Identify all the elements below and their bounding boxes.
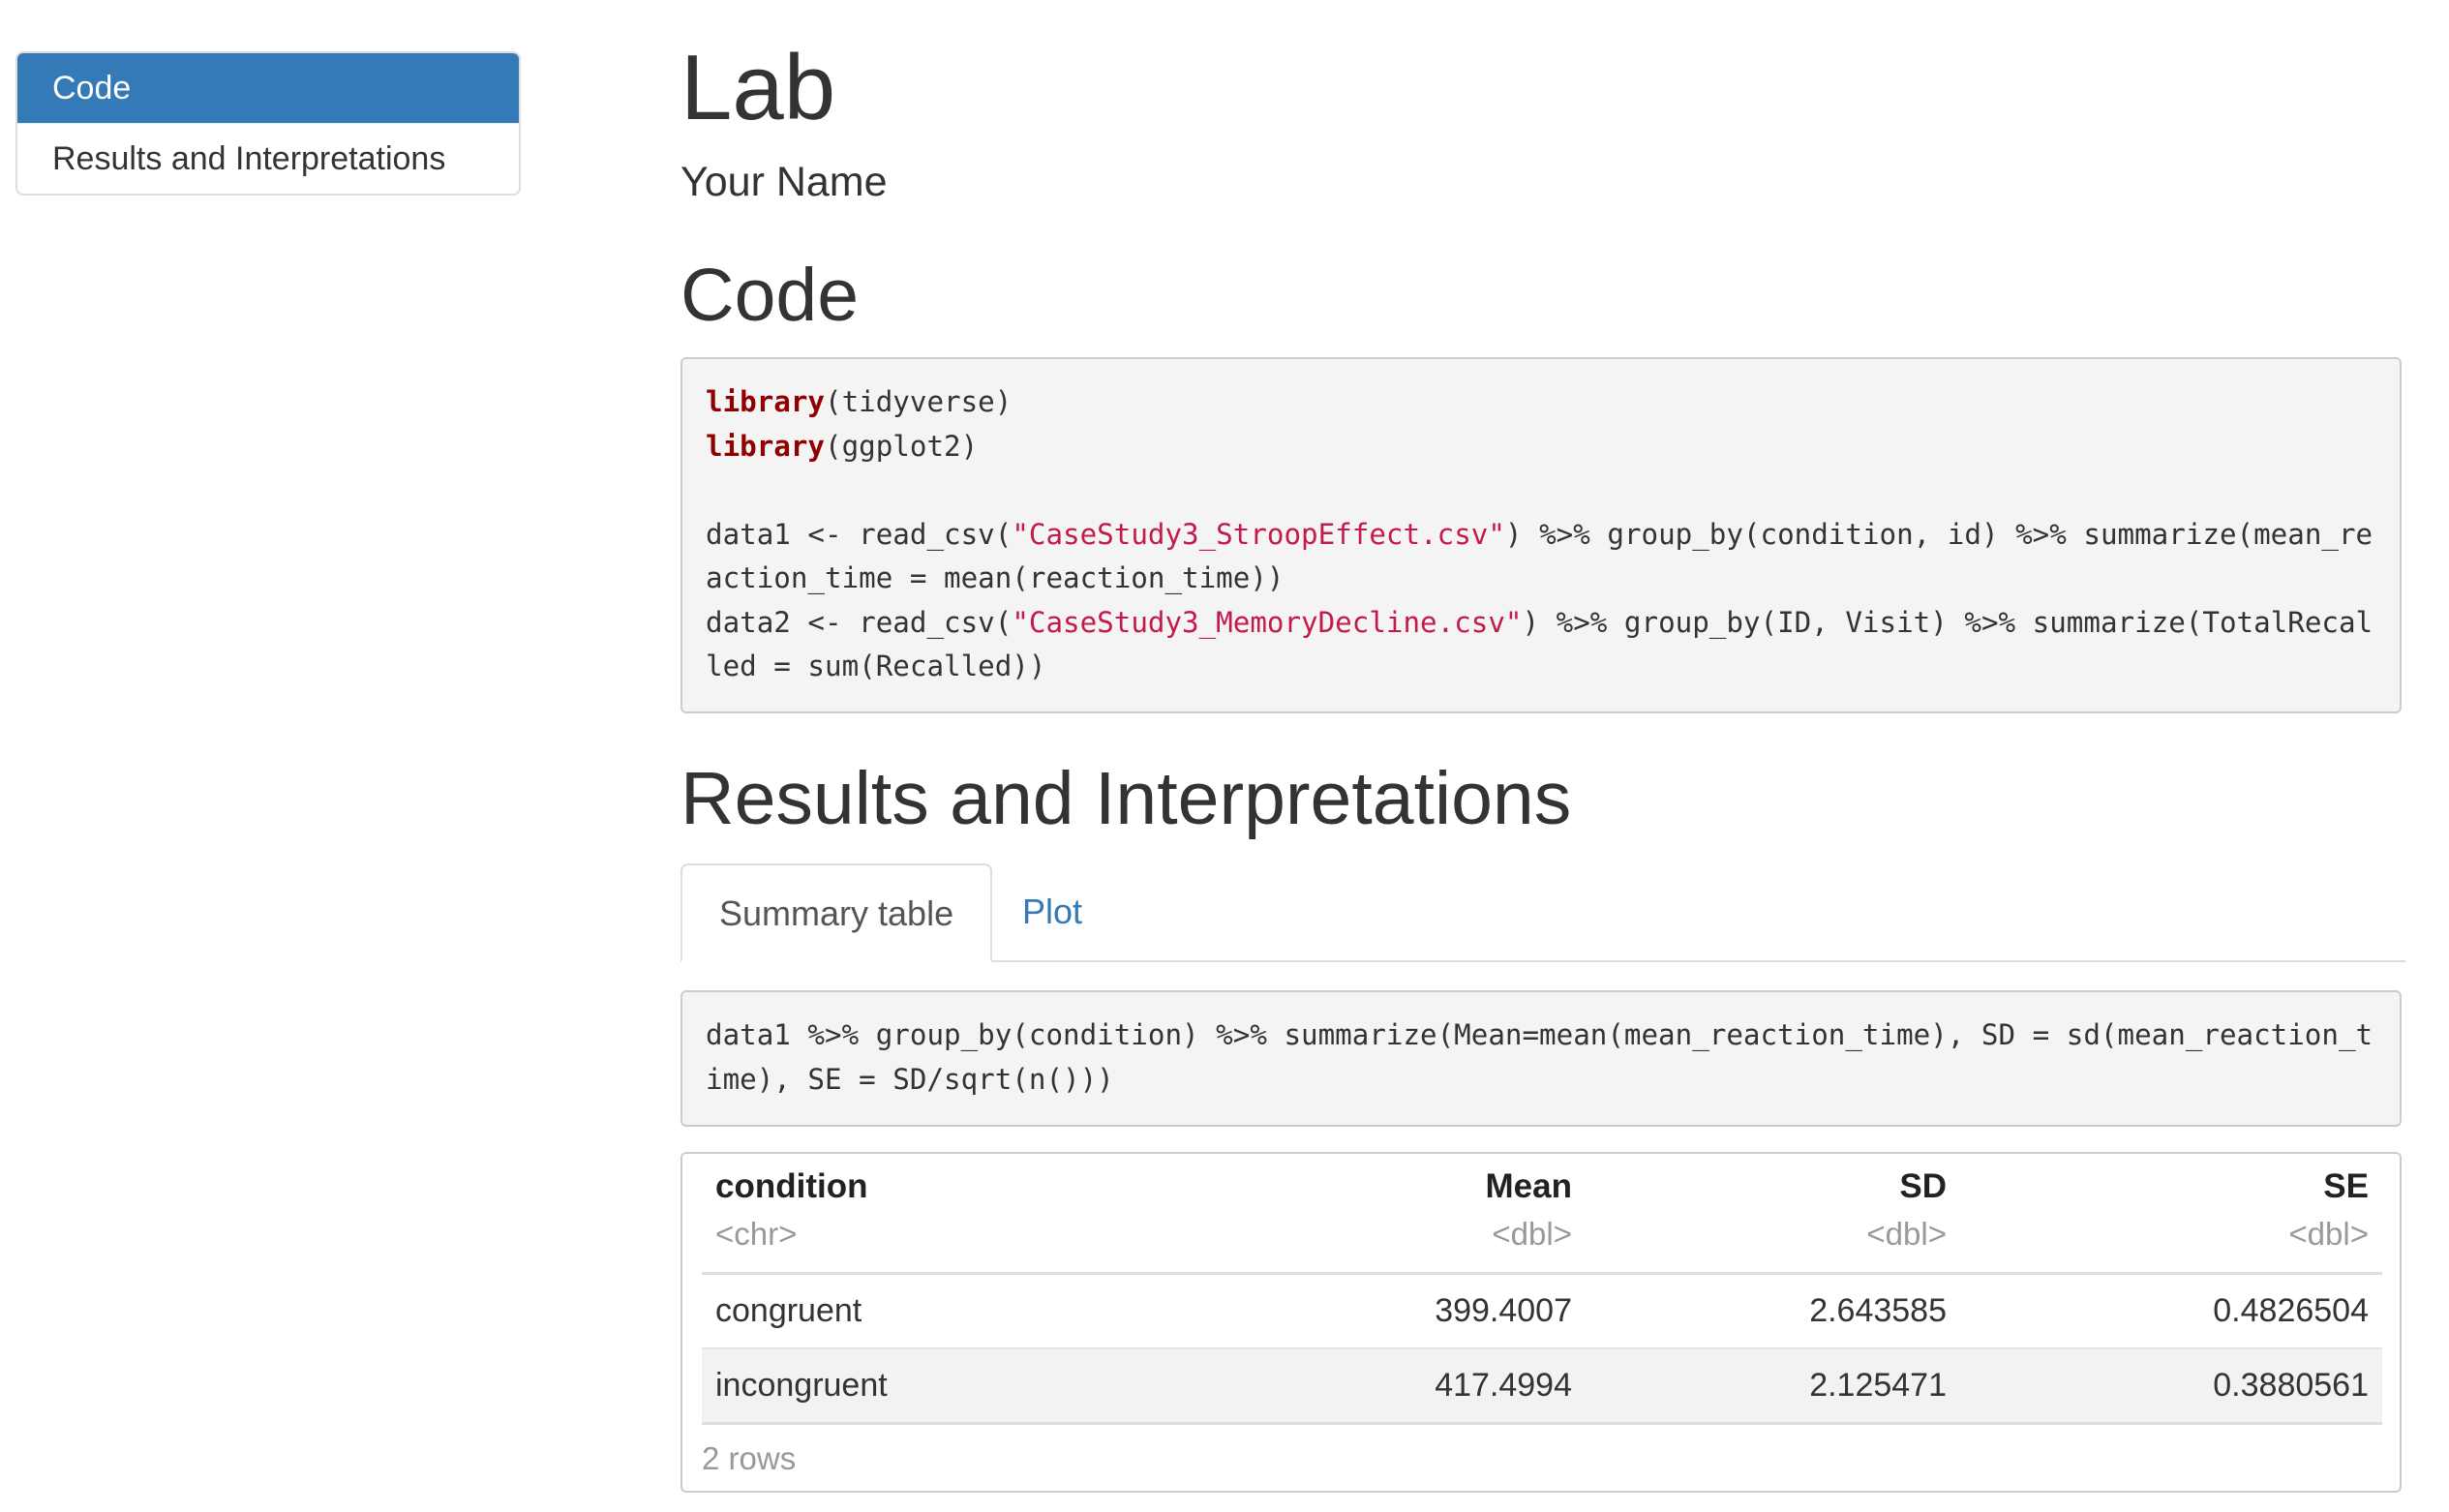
- page-title: Lab: [680, 36, 836, 139]
- table-of-contents: Code Results and Interpretations: [15, 51, 521, 196]
- column-header-sd[interactable]: SD: [1899, 1167, 1947, 1206]
- table-cell: 0.4826504: [2213, 1292, 2369, 1329]
- code-text: data2 <- read_csv(: [706, 605, 1013, 639]
- code-string: "CaseStudy3_StroopEffect.csv": [1012, 517, 1505, 551]
- code-text: data1 <- read_csv(: [706, 517, 1013, 551]
- code-keyword: library: [706, 429, 826, 463]
- column-type: <dbl>: [1866, 1216, 1947, 1252]
- table-cell: congruent: [715, 1292, 862, 1329]
- data-table: condition <chr> Mean <dbl> SD <dbl> SE <…: [680, 1152, 2402, 1493]
- tab-summary-table[interactable]: Summary table: [680, 863, 993, 962]
- table-cell: incongruent: [715, 1367, 888, 1404]
- column-header-se[interactable]: SE: [2323, 1167, 2369, 1206]
- author-name: Your Name: [680, 159, 888, 205]
- table-cell: 399.4007: [1435, 1292, 1572, 1329]
- column-type: <dbl>: [1492, 1216, 1572, 1252]
- results-tabs: Summary table Plot: [680, 863, 2405, 962]
- column-header-mean[interactable]: Mean: [1486, 1167, 1572, 1206]
- code-block: library(tidyverse) library(ggplot2) data…: [680, 357, 2402, 713]
- table-cell: 2.125471: [1809, 1367, 1947, 1404]
- page: Code Results and Interpretations Lab You…: [0, 0, 2449, 1512]
- table-header: condition <chr> Mean <dbl> SD <dbl> SE <…: [702, 1154, 2382, 1275]
- code-text: (ggplot2): [825, 429, 979, 463]
- section-heading-code: Code: [680, 254, 860, 337]
- code-block-summary: data1 %>% group_by(condition) %>% summar…: [680, 990, 2402, 1127]
- table-cell: 0.3880561: [2213, 1367, 2369, 1404]
- table-cell: 417.4994: [1435, 1367, 1572, 1404]
- column-type: <dbl>: [2288, 1216, 2369, 1252]
- table-cell: 2.643585: [1809, 1292, 1947, 1329]
- toc-item-code[interactable]: Code: [17, 53, 519, 123]
- code-text: (tidyverse): [825, 385, 1013, 418]
- column-type: <chr>: [715, 1216, 798, 1252]
- section-heading-results: Results and Interpretations: [680, 757, 1572, 840]
- toc-item-results[interactable]: Results and Interpretations: [17, 123, 519, 194]
- code-string: "CaseStudy3_MemoryDecline.csv": [1012, 605, 1523, 639]
- table-row: incongruent 417.4994 2.125471 0.3880561: [702, 1349, 2382, 1425]
- code-text: data1 %>% group_by(condition) %>% summar…: [706, 1018, 2373, 1096]
- tab-plot[interactable]: Plot: [985, 863, 1119, 960]
- table-row: congruent 399.4007 2.643585 0.4826504: [702, 1275, 2382, 1349]
- row-count: 2 rows: [702, 1440, 797, 1476]
- code-keyword: library: [706, 385, 826, 418]
- column-header-condition[interactable]: condition: [715, 1167, 867, 1206]
